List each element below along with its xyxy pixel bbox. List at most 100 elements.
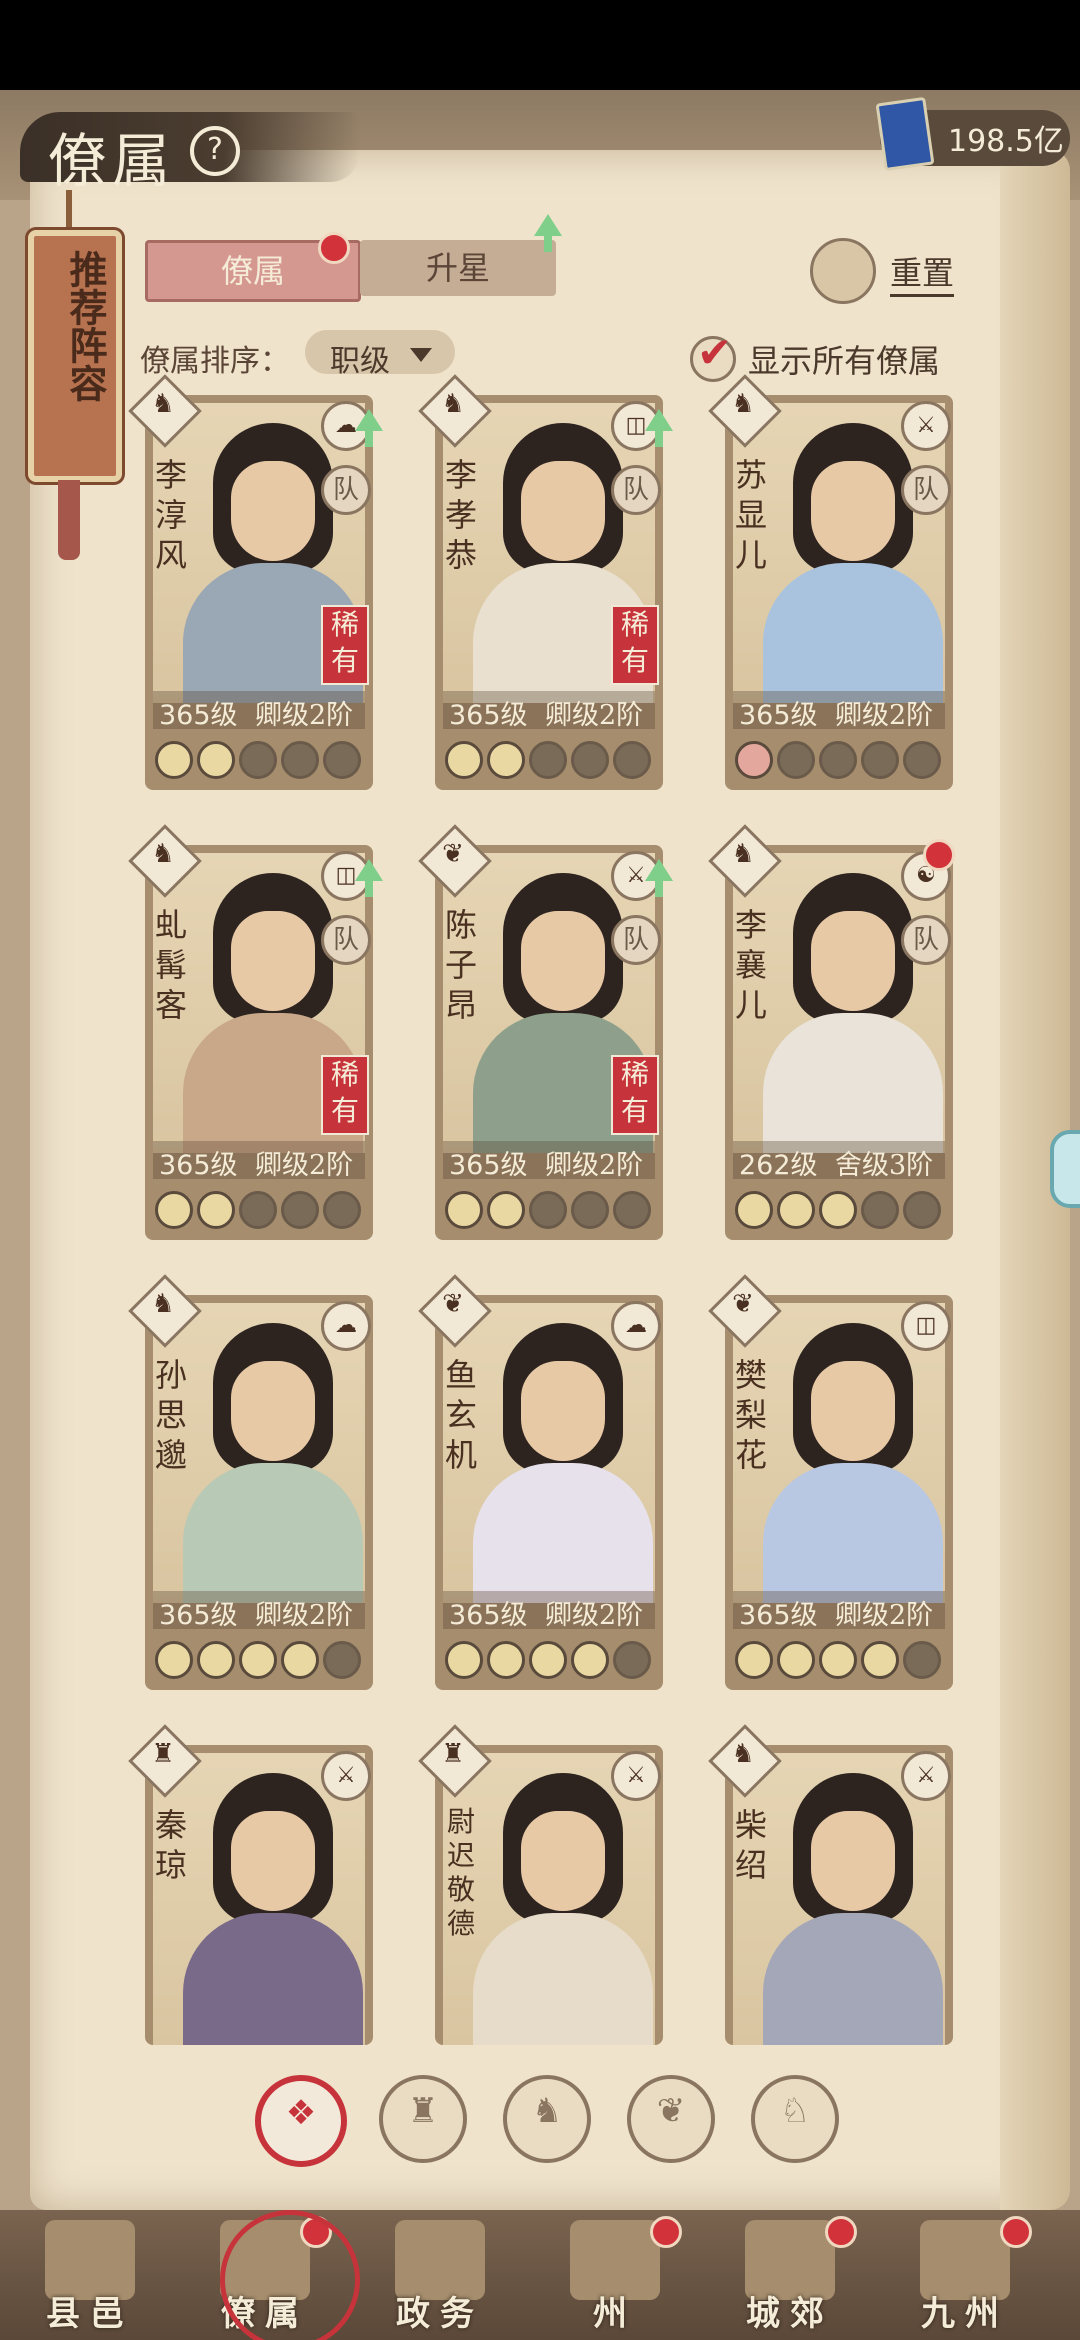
moon-star-icon bbox=[323, 1641, 361, 1679]
skill-icon: ◫ bbox=[901, 1301, 951, 1351]
moon-star-icon bbox=[777, 741, 815, 779]
retainer-card[interactable]: ♞ 李襄儿 ☯ 队 262级 舍级3阶 bbox=[708, 824, 955, 1240]
retainer-rank: 卿级2阶 bbox=[545, 700, 644, 731]
nav-item[interactable]: 城郊 bbox=[705, 2210, 875, 2340]
moon-star-icon bbox=[323, 741, 361, 779]
sort-label: 僚属排序： bbox=[140, 344, 290, 379]
upgrade-arrow-icon bbox=[355, 859, 383, 897]
class-symbol: ❦ bbox=[732, 1289, 754, 1319]
portrait-robe bbox=[763, 1913, 943, 2045]
nav-item[interactable]: 州 bbox=[530, 2210, 700, 2340]
nav-label: 九州 bbox=[921, 2294, 1009, 2334]
retainer-rank: 卿级2阶 bbox=[835, 1600, 934, 1631]
team-badge: 队 bbox=[901, 465, 951, 515]
checkmark-icon: ✔ bbox=[697, 328, 733, 377]
moon-star-icon bbox=[903, 741, 941, 779]
team-badge: 队 bbox=[901, 915, 951, 965]
upgrade-arrow-icon bbox=[355, 409, 383, 447]
portrait-face bbox=[231, 1361, 315, 1461]
skill-icon: ⚔ bbox=[321, 1751, 371, 1801]
nav-item[interactable]: 政务 bbox=[355, 2210, 525, 2340]
reset-button[interactable]: 重置 bbox=[890, 248, 955, 297]
retainer-rank: 卿级2阶 bbox=[545, 1600, 644, 1631]
retainer-rank: 卿级2阶 bbox=[545, 1150, 644, 1181]
show-all-label: 显示所有僚属 bbox=[748, 342, 941, 380]
class-symbol: ♞ bbox=[731, 389, 755, 419]
filter-symbol: ♘ bbox=[779, 2091, 811, 2131]
retainer-level: 365级 bbox=[739, 1600, 818, 1631]
all-diamond-icon[interactable]: ❖ bbox=[255, 2075, 347, 2167]
retainer-card[interactable]: ♞ 柴绍 ⚔ bbox=[708, 1724, 953, 2045]
retainer-card[interactable]: ♜ 秦琼 ⚔ bbox=[128, 1724, 373, 2045]
scholar-hat-icon[interactable]: ♜ bbox=[379, 2075, 467, 2163]
portrait-face bbox=[811, 461, 895, 561]
retainer-card[interactable]: ❦ 陈子昂 ⚔ 队 稀有 365级 卿级2阶 bbox=[418, 824, 673, 1240]
tab-star-up[interactable]: 升星 bbox=[360, 240, 556, 296]
currency-value: 198.5亿 bbox=[948, 124, 1064, 159]
nav-label: 政务 bbox=[396, 2294, 484, 2334]
retainer-card[interactable]: ♞ 孙思邈 ☁ 365级 卿级2阶 bbox=[128, 1274, 373, 1690]
beast-icon[interactable]: ♞ bbox=[503, 2075, 591, 2163]
nav-item[interactable]: 九州 bbox=[880, 2210, 1050, 2340]
moon-star-icon bbox=[819, 1641, 857, 1679]
class-symbol: ♞ bbox=[731, 1739, 755, 1769]
moon-star-icon bbox=[445, 1191, 483, 1229]
portrait-face bbox=[521, 461, 605, 561]
side-drawer-handle[interactable] bbox=[1050, 1130, 1080, 1208]
reset-icon[interactable] bbox=[810, 238, 876, 304]
filter-symbol: ❦ bbox=[656, 2091, 686, 2131]
retainer-name: 陈子昂 bbox=[444, 906, 477, 1024]
retainer-card[interactable]: ❦ 鱼玄机 ☁ 365级 卿级2阶 bbox=[418, 1274, 663, 1690]
retainer-card[interactable]: ♞ 虬髯客 ◫ 队 稀有 365级 卿级2阶 bbox=[128, 824, 383, 1240]
moon-star-icon bbox=[197, 1191, 235, 1229]
star-row bbox=[445, 741, 655, 779]
moon-star-icon bbox=[735, 1641, 773, 1679]
retainer-rank: 卿级2阶 bbox=[255, 1600, 354, 1631]
horse-icon[interactable]: ♘ bbox=[751, 2075, 839, 2163]
filter-symbol: ❖ bbox=[285, 2093, 317, 2133]
portrait-robe bbox=[763, 1013, 943, 1153]
moon-star-icon bbox=[903, 1191, 941, 1229]
sort-value: 职级 bbox=[330, 344, 390, 379]
retainer-card[interactable]: ♞ 苏显儿 ⚔ 队 365级 卿级2阶 bbox=[708, 374, 953, 790]
game-screen: 僚属 ? 198.5亿 推荐阵容 僚属 升星 重置 僚属排序： 职级 ✔ 显示所… bbox=[0, 90, 1080, 2340]
question-circle-icon[interactable]: ? bbox=[190, 126, 240, 176]
star-row bbox=[735, 1191, 945, 1229]
book-currency-icon bbox=[875, 96, 935, 172]
fan-icon[interactable]: ❦ bbox=[627, 2075, 715, 2163]
moon-star-icon bbox=[487, 741, 525, 779]
class-symbol: ♞ bbox=[731, 839, 755, 869]
portrait-face bbox=[521, 1811, 605, 1911]
moon-star-icon bbox=[529, 741, 567, 779]
class-symbol: ❦ bbox=[442, 1289, 464, 1319]
moon-star-icon bbox=[281, 1191, 319, 1229]
retainer-level: 365级 bbox=[449, 1150, 528, 1181]
moon-star-icon bbox=[487, 1191, 525, 1229]
portrait-face bbox=[521, 1361, 605, 1461]
page-title: 僚属 bbox=[48, 127, 177, 195]
tab-retainers-badge bbox=[318, 232, 350, 264]
retainer-rank: 卿级2阶 bbox=[255, 1150, 354, 1181]
portrait-face bbox=[811, 911, 895, 1011]
moon-star-icon bbox=[281, 1641, 319, 1679]
moon-star-icon bbox=[571, 741, 609, 779]
retainer-name: 秦琼 bbox=[154, 1806, 187, 1884]
moon-star-icon bbox=[819, 741, 857, 779]
retainer-level: 262级 bbox=[739, 1150, 818, 1181]
retainer-rank: 卿级2阶 bbox=[255, 700, 354, 731]
recommended-lineup-banner[interactable]: 推荐阵容 bbox=[28, 190, 122, 560]
notification-badge bbox=[923, 839, 955, 871]
retainer-card[interactable]: ❦ 樊梨花 ◫ 365级 卿级2阶 bbox=[708, 1274, 953, 1690]
rarity-tag: 稀有 bbox=[611, 1055, 659, 1135]
retainer-name: 鱼玄机 bbox=[444, 1356, 477, 1474]
retainer-name: 虬髯客 bbox=[154, 906, 187, 1024]
retainer-card[interactable]: ♞ 李孝恭 ◫ 队 稀有 365级 卿级2阶 bbox=[418, 374, 673, 790]
retainer-card[interactable]: ♞ 李淳风 ☁ 队 稀有 365级 卿级2阶 bbox=[128, 374, 383, 790]
retainer-rank: 舍级3阶 bbox=[835, 1150, 934, 1181]
retainer-card[interactable]: ♜ 尉迟敬德 ⚔ bbox=[418, 1724, 663, 2045]
retainer-name: 李淳风 bbox=[154, 456, 187, 574]
team-badge: 队 bbox=[321, 915, 371, 965]
moon-star-icon bbox=[239, 741, 277, 779]
nav-item[interactable]: 县邑 bbox=[5, 2210, 175, 2340]
rarity-tag: 稀有 bbox=[321, 605, 369, 685]
